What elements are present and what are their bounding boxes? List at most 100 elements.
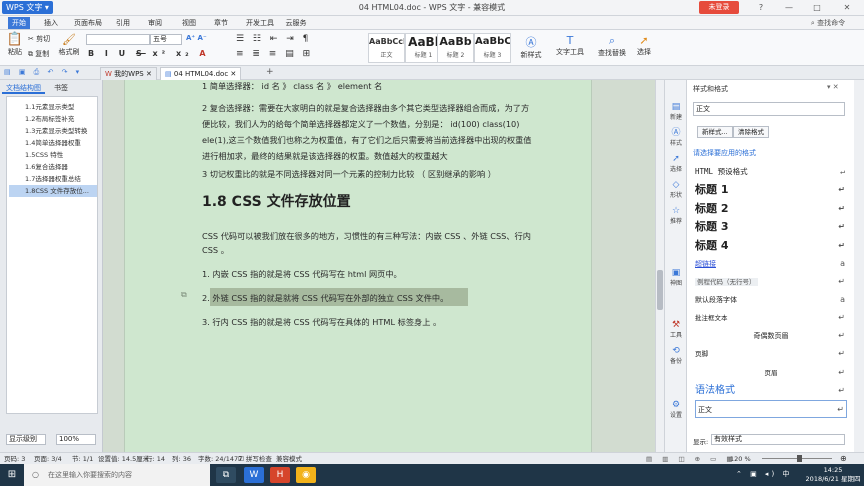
menu-cloud[interactable]: 云服务 xyxy=(282,17,310,29)
zoom-slider-thumb[interactable] xyxy=(797,455,802,462)
menu-references[interactable]: 引用 xyxy=(112,17,134,29)
outline-item[interactable]: 1.6复合选择器 xyxy=(25,161,97,173)
zoom-level[interactable]: 120 % xyxy=(730,454,751,464)
strip-styles[interactable]: Ⓐ 样式 xyxy=(665,128,687,147)
grow-font-icon[interactable]: A⁺ A⁻ xyxy=(186,34,207,42)
style-item[interactable]: 标题 1 ↵ xyxy=(695,181,847,199)
strip-settings[interactable]: ⚙ 设置 xyxy=(665,400,687,419)
show-styles-select[interactable]: 有效样式 xyxy=(711,434,845,445)
tab-bookmarks[interactable]: 书签 xyxy=(50,82,72,94)
find-replace-button[interactable]: ⌕ 查找替换 xyxy=(596,34,628,58)
menu-review[interactable]: 审阅 xyxy=(144,17,166,29)
menu-view[interactable]: 视图 xyxy=(178,17,200,29)
outline-item-selected[interactable]: 1.8CSS 文件存放位... xyxy=(9,185,97,197)
text-tools-icon: T xyxy=(566,34,574,47)
zoom-in-icon[interactable]: ⊕ xyxy=(840,454,847,464)
text-format-buttons[interactable]: B I U S x² x₂ A xyxy=(88,49,210,58)
style-item[interactable]: 标题 4 ↵ xyxy=(695,237,847,255)
new-style-pane-button[interactable]: 新样式... xyxy=(697,126,733,138)
style-item[interactable]: 标题 3 ↵ xyxy=(695,218,847,236)
chrome-icon[interactable]: ◉ xyxy=(296,467,316,483)
command-search[interactable]: ⌕ 查找命令 xyxy=(800,17,856,29)
hbuilder-icon[interactable]: H xyxy=(270,467,290,483)
outline-level-select[interactable]: 显示级别 xyxy=(6,434,46,445)
style-item[interactable]: 超链接 a xyxy=(695,255,847,273)
menu-developer[interactable]: 开发工具 xyxy=(242,17,278,29)
nav-zoom-select[interactable]: 100% xyxy=(56,434,96,445)
strip-backup[interactable]: ⟲ 备份 xyxy=(665,346,687,365)
taskbar-clock[interactable]: 14:25 2018/6/21 星期四 xyxy=(804,466,862,484)
format-painter-button[interactable]: 🖌 格式刷 xyxy=(58,33,80,57)
tab-document-map[interactable]: 文档结构图 xyxy=(2,82,45,94)
task-view-icon[interactable]: ⧉ xyxy=(216,467,236,483)
status-spellcheck[interactable]: ☑ 拼写检查 xyxy=(238,454,272,464)
close-icon[interactable]: ✕ xyxy=(230,70,236,78)
menu-insert[interactable]: 插入 xyxy=(40,17,62,29)
paste-button[interactable]: 📋 粘贴 xyxy=(4,33,26,57)
help-button[interactable]: ? xyxy=(748,1,774,14)
login-button[interactable]: 未登录 xyxy=(699,1,739,14)
wps-writer-icon[interactable]: W xyxy=(244,467,264,483)
font-name-select[interactable] xyxy=(86,34,150,45)
outline-item[interactable]: 1.2布局标签补充 xyxy=(25,113,97,125)
style-item[interactable]: 标题 2 ↵ xyxy=(695,200,847,218)
style-item-syntax[interactable]: 语法格式 ↵ xyxy=(695,382,847,400)
new-style-button[interactable]: Ⓐ 新样式 xyxy=(516,34,546,60)
paragraph-mark-icon: ↵ xyxy=(838,222,845,231)
outline-item[interactable]: 1.1元素显示类型 xyxy=(25,101,97,113)
style-item[interactable]: 页脚 ↵ xyxy=(695,345,847,363)
tray-icons[interactable]: ⌃ ▣ ◂) 中 xyxy=(736,469,792,479)
status-word-count[interactable]: 字数: 24/1477 xyxy=(198,454,242,464)
outline-item[interactable]: 1.4简单选择器权重 xyxy=(25,137,97,149)
menu-chapter[interactable]: 章节 xyxy=(210,17,232,29)
strip-tools[interactable]: ⚒ 工具 xyxy=(665,320,687,339)
close-button[interactable]: ✕ xyxy=(834,1,860,14)
outline-item[interactable]: 1.7选择器权重总结 xyxy=(25,173,97,185)
style-item[interactable]: 默认段落字体 a xyxy=(695,291,847,309)
align-buttons[interactable]: ≡ ≣ ≡ ▤ ⊞ xyxy=(236,49,313,59)
view-mode-icons[interactable]: ▤ ▥ ◫ ⊕ ▭ ▦ xyxy=(646,454,736,464)
menu-page-layout[interactable]: 页面布局 xyxy=(70,17,106,29)
taskbar-search-input[interactable]: 在这里输入你要搜索的内容 xyxy=(24,464,210,486)
style-item-selected[interactable]: 正文 ↵ xyxy=(695,400,847,418)
paragraph-handle-icon[interactable]: ⧉ xyxy=(181,290,187,300)
copy-button[interactable]: ⧉ 复制 xyxy=(28,49,49,59)
menu-home[interactable]: 开始 xyxy=(8,17,30,29)
select-button[interactable]: ➚ 选择 xyxy=(632,34,656,57)
scrollbar-thumb[interactable] xyxy=(657,270,663,310)
maximize-button[interactable]: □ xyxy=(804,1,830,14)
style-item[interactable]: HTML 预设格式 ↵ xyxy=(695,163,847,181)
document-scrollbar[interactable] xyxy=(655,80,664,452)
minimize-button[interactable]: — xyxy=(776,1,802,14)
cut-button[interactable]: ✂ 剪切 xyxy=(28,34,50,44)
outline-item[interactable]: 1.3元素显示类型转换 xyxy=(25,125,97,137)
strip-label: 备份 xyxy=(669,358,682,365)
windows-start-icon[interactable]: ⊞ xyxy=(0,464,24,486)
command-search-label: 查找命令 xyxy=(817,19,846,27)
style-heading-2[interactable]: AaBb 标题 2 xyxy=(437,33,474,63)
styles-pane-scrollbar[interactable] xyxy=(854,80,864,452)
clear-format-button[interactable]: 清除格式 xyxy=(733,126,769,138)
strip-select[interactable]: ➚ 选择 xyxy=(665,154,687,173)
strip-new[interactable]: ▤ 新建 xyxy=(665,102,687,121)
outline-item[interactable]: 1.5CSS 特性 xyxy=(25,149,97,161)
strip-recommend[interactable]: ☆ 推荐 xyxy=(665,206,687,225)
list-buttons[interactable]: ☰ ☷ ⇤ ⇥ ¶ xyxy=(236,34,311,44)
style-item[interactable]: 奇偶数页眉 ↵ xyxy=(695,327,847,345)
document-page[interactable]: 1 简单选择器： id 名 》 class 名 》 element 名 2 复合… xyxy=(124,80,592,452)
style-heading-3[interactable]: AaBbC 标题 3 xyxy=(474,33,511,63)
style-item[interactable]: 批注框文本 ↵ xyxy=(695,309,847,327)
close-icon[interactable]: ✕ xyxy=(146,70,152,78)
new-tab-button[interactable]: + xyxy=(266,67,274,77)
font-size-select[interactable]: 五号 xyxy=(150,34,182,45)
text-tools-button[interactable]: T 文字工具 xyxy=(552,34,588,57)
strip-shapes[interactable]: ◇ 形状 xyxy=(665,180,687,199)
tab-my-wps[interactable]: W 我的WPS ✕ xyxy=(100,67,157,80)
style-normal[interactable]: AaBbCcDd 正文 xyxy=(368,33,405,63)
current-style-field[interactable]: 正文 xyxy=(693,102,845,116)
quick-access-icons[interactable]: ▤ ▣ ⎙ ↶ ↷ ▾ xyxy=(4,68,82,77)
strip-images[interactable]: ▣ 神图 xyxy=(665,268,687,287)
style-item[interactable]: 例程代码（无行号） ↵ xyxy=(695,273,847,291)
pane-menu-icon[interactable]: ▾ ✕ xyxy=(827,83,839,91)
style-item[interactable]: 页眉 ↵ xyxy=(695,364,847,382)
